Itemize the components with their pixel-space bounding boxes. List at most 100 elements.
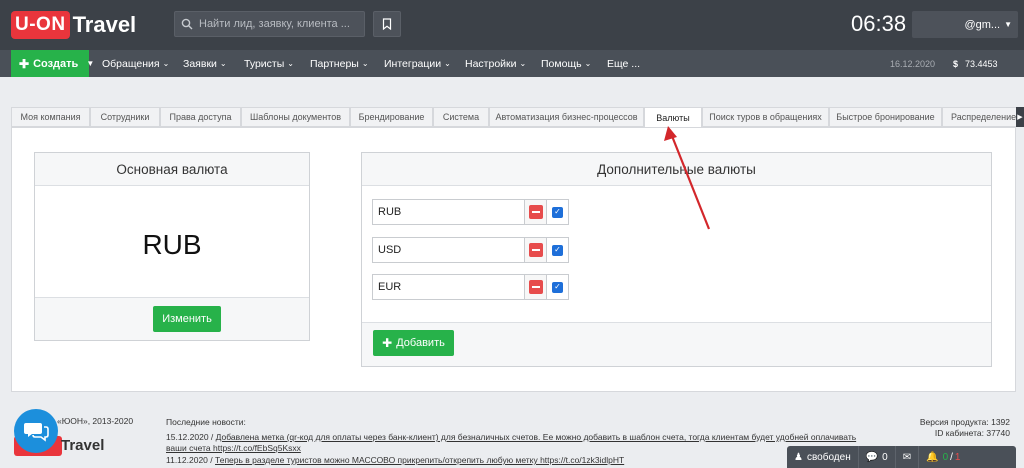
mail-icon: ✉ [902, 451, 912, 463]
remove-currency-button[interactable] [525, 274, 547, 300]
operator-status-bar: ♟ свободен 💬 0 ✉ 🔔 0 / 1 [787, 446, 1016, 468]
minus-icon [528, 205, 543, 219]
clock: 06:38 [851, 11, 907, 36]
chat-icon [24, 423, 49, 442]
currency-rate: $73.4453 [953, 50, 998, 77]
user-menu[interactable]: @gm... ▼ [912, 11, 1018, 38]
remove-currency-button[interactable] [525, 199, 547, 225]
search-box[interactable] [174, 11, 365, 37]
tab-tour-search[interactable]: Поиск туров в обращениях [702, 107, 829, 127]
plus-icon: ✚ [19, 56, 30, 71]
bookmark-icon [382, 18, 392, 30]
nav-integrations[interactable]: Интеграции ⌄ [384, 50, 451, 77]
check-icon: ✓ [552, 244, 563, 256]
dollar-icon: $ [953, 58, 959, 69]
currency-row: USD ✓ [372, 237, 572, 263]
chevron-down-icon: ⌄ [361, 59, 369, 68]
main-currency-card: Основная валюта RUB Изменить [34, 152, 310, 341]
footer-logo-text: Travel [61, 437, 105, 454]
news-item: 15.12.2020 / Добавлена метка (qr-код для… [166, 432, 856, 442]
tabs-scroll-right[interactable]: ▶ [1016, 107, 1024, 127]
news-link[interactable]: Добавлена метка (qr-код для оплаты через… [216, 432, 857, 442]
extra-currencies-title: Дополнительные валюты [362, 153, 991, 186]
main-currency-title: Основная валюта [35, 153, 309, 186]
news-title: Последние новости: [166, 417, 246, 427]
chevron-down-icon: ⌄ [162, 59, 170, 68]
nav-tourists[interactable]: Туристы ⌄ [244, 50, 294, 77]
notifications-counter[interactable]: 🔔 0 / 1 [919, 446, 967, 468]
chevron-right-icon: ▶ [1017, 114, 1023, 121]
news-link[interactable]: ваши счета https://t.co/fEbSq5Ksxx [166, 443, 301, 453]
main-currency-footer: Изменить [35, 297, 309, 340]
tab-label: Шаблоны документов [250, 112, 341, 122]
tab-branding[interactable]: Брендирование [350, 107, 433, 127]
tab-employees[interactable]: Сотрудники [90, 107, 160, 127]
logo[interactable]: U-ON Travel [11, 10, 136, 40]
chevron-down-icon: ⌄ [519, 59, 527, 68]
tab-currencies[interactable]: Валюты [644, 107, 702, 127]
chevron-down-icon: ⌄ [584, 59, 592, 68]
nav-requests[interactable]: Обращения ⌄ [102, 50, 169, 77]
tab-access[interactable]: Права доступа [160, 107, 241, 127]
logo-text: Travel [72, 12, 137, 37]
tab-label: Брендирование [358, 112, 425, 122]
logo-mark: U-ON [11, 11, 70, 39]
chat-widget-button[interactable] [14, 409, 58, 453]
tab-distribution[interactable]: Распределение [942, 107, 1016, 127]
person-icon: ♟ [794, 451, 803, 463]
currency-row: RUB ✓ [372, 199, 572, 225]
tab-label: Автоматизация бизнес-процессов [495, 112, 638, 122]
add-currency-button[interactable]: ✚ Добавить [373, 330, 454, 356]
currencies-panel: Основная валюта RUB Изменить Дополнитель… [11, 127, 1016, 392]
tab-label: Система [442, 112, 480, 122]
nav-label: Туристы [244, 57, 285, 70]
currency-checkbox[interactable]: ✓ [547, 237, 569, 263]
messages-count: 0 [882, 451, 888, 463]
cabinet-id: ID кабинета: 37740 [934, 428, 1010, 438]
currency-checkbox[interactable]: ✓ [547, 274, 569, 300]
currency-checkbox[interactable]: ✓ [547, 199, 569, 225]
search-input[interactable] [199, 18, 349, 30]
news-date: 15.12.2020 / [166, 432, 214, 442]
currency-row: EUR ✓ [372, 274, 572, 300]
change-currency-button[interactable]: Изменить [153, 306, 221, 332]
tab-doc-templates[interactable]: Шаблоны документов [241, 107, 350, 127]
nav-orders[interactable]: Заявки ⌄ [183, 50, 227, 77]
nav-label: Заявки [183, 57, 217, 70]
news-item: ваши счета https://t.co/fEbSq5Ksxx [166, 443, 301, 453]
currency-field-usd[interactable]: USD [372, 237, 525, 263]
add-currency-label: Добавить [396, 337, 445, 349]
top-bar: U-ON Travel 06:38 @gm... ▼ [0, 0, 1024, 50]
tab-my-company[interactable]: Моя компания [11, 107, 90, 127]
news-link[interactable]: Теперь в разделе туристов можно МАССОВО … [215, 455, 624, 465]
mail-button[interactable]: ✉ [896, 446, 920, 468]
tab-label: Поиск туров в обращениях [709, 112, 822, 122]
user-email: @gm... [964, 18, 1001, 31]
operator-status[interactable]: ♟ свободен [787, 446, 859, 468]
currency-field-rub[interactable]: RUB [372, 199, 525, 225]
currency-field-eur[interactable]: EUR [372, 274, 525, 300]
nav-help[interactable]: Помощь ⌄ [541, 50, 591, 77]
chevron-down-icon: ▼ [1004, 20, 1012, 29]
remove-currency-button[interactable] [525, 237, 547, 263]
bookmark-button[interactable] [373, 11, 401, 37]
product-version: Версия продукта: 1392 [919, 417, 1010, 427]
tab-quick-booking[interactable]: Быстрое бронирование [829, 107, 942, 127]
tab-automation[interactable]: Автоматизация бизнес-процессов [489, 107, 644, 127]
minus-icon [528, 280, 543, 294]
nav-settings[interactable]: Настройки ⌄ [465, 50, 526, 77]
settings-tabs: Моя компания Сотрудники Права доступа Ша… [11, 107, 1016, 127]
messages-counter[interactable]: 💬 0 [859, 446, 896, 468]
check-icon: ✓ [552, 281, 563, 293]
nav-more[interactable]: Еще ... [607, 50, 640, 77]
chevron-down-icon: ⌄ [287, 59, 294, 68]
rate-value: 73.4453 [965, 58, 998, 69]
nav-label: Интеграции [384, 57, 442, 70]
tab-label: Моя компания [20, 112, 81, 122]
nav-partners[interactable]: Партнеры ⌄ [310, 50, 369, 77]
notifications-green: 0 [942, 451, 949, 463]
tab-label: Быстрое бронирование [836, 112, 935, 122]
tab-system[interactable]: Система [433, 107, 489, 127]
tab-label: Права доступа [169, 112, 232, 122]
create-button[interactable]: ✚ Создать ▼ [11, 50, 94, 77]
